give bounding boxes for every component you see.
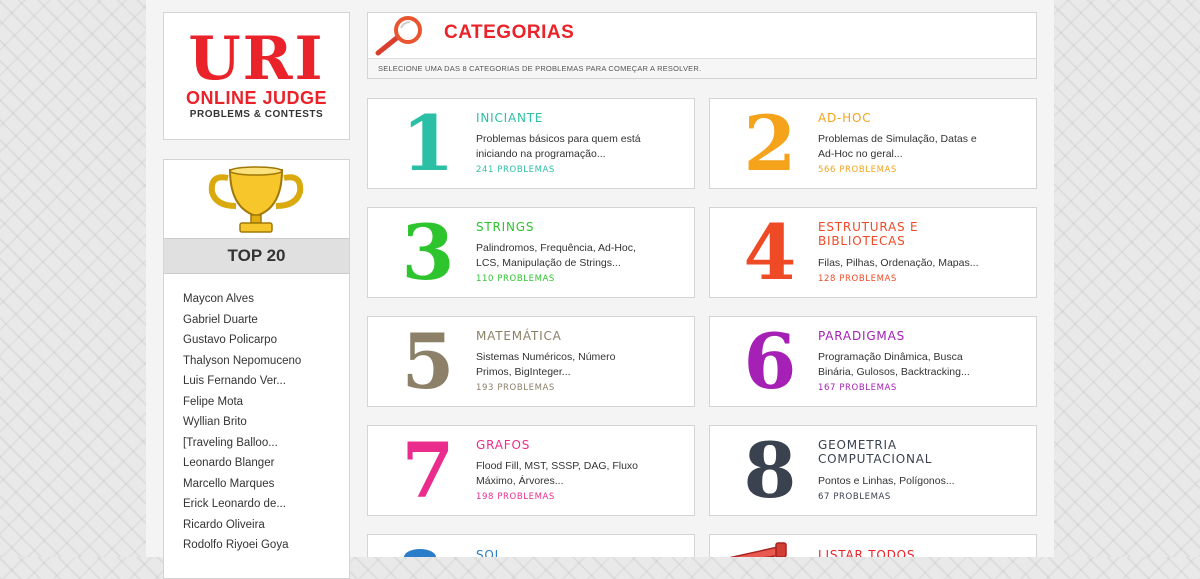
category-title: MATEMÁTICA — [476, 329, 562, 343]
top20-user[interactable]: Ricardo Oliveira — [183, 515, 301, 536]
category-desc: Pontos e Linhas, Polígonos... — [818, 475, 955, 487]
category-card-sql[interactable]: SQL — [367, 534, 695, 557]
category-count: 167 PROBLEMAS — [818, 383, 897, 393]
category-title: ESTRUTURAS E BIBLIOTECAS — [818, 220, 919, 248]
category-number: 8 — [743, 426, 797, 515]
category-title: AD-HOC — [818, 111, 872, 125]
uri-logo[interactable]: URI ONLINE JUDGE PROBLEMS & CONTESTS — [163, 12, 350, 140]
category-count: 241 PROBLEMAS — [476, 165, 555, 175]
category-card-iniciante[interactable]: 1 INICIANTE Problemas básicos para quem … — [367, 98, 695, 189]
top20-user[interactable]: Erick Leonardo de... — [183, 494, 301, 515]
top20-user[interactable]: Wyllian Brito — [183, 412, 301, 433]
top20-user[interactable]: Gustavo Policarpo — [183, 330, 301, 351]
category-title: STRINGS — [476, 220, 535, 234]
category-count: 566 PROBLEMAS — [818, 165, 897, 175]
category-desc: Palindromos, Frequência, Ad-Hoc, LCS, Man… — [476, 242, 636, 269]
category-title: GRAFOS — [476, 438, 531, 452]
category-number: 2 — [743, 99, 797, 188]
magnifier-icon — [375, 16, 422, 56]
category-count: 110 PROBLEMAS — [476, 274, 555, 284]
top20-title: TOP 20 — [164, 238, 349, 274]
category-card-estruturas[interactable]: 4 ESTRUTURAS E BIBLIOTECAS Filas, Pilhas,… — [709, 207, 1037, 298]
top20-user[interactable]: [Traveling Balloo... — [183, 433, 301, 454]
top20-user[interactable]: Gabriel Duarte — [183, 310, 301, 331]
top20-user[interactable]: Felipe Mota — [183, 392, 301, 413]
category-number: 7 — [401, 426, 455, 515]
category-card-strings[interactable]: 3 STRINGS Palindromos, Frequência, Ad-Ho… — [367, 207, 695, 298]
category-number: 4 — [743, 208, 797, 297]
category-desc: Flood Fill, MST, SSSP, DAG, Fluxo Máximo,… — [476, 460, 639, 487]
category-title: LISTAR TODOS — [818, 548, 916, 557]
category-desc: Programação Dinâmica, Busca Binária, Gulo… — [818, 351, 970, 378]
category-card-listar-todos[interactable]: LISTAR TODOS — [709, 534, 1037, 557]
top20-list: Maycon Alves Gabriel Duarte Gustavo Poli… — [183, 289, 301, 556]
telescope-icon — [729, 542, 787, 557]
category-card-ad-hoc[interactable]: 2 AD-HOC Problemas de Simulação, Datas e… — [709, 98, 1037, 189]
page-title: CATEGORIAS — [444, 22, 575, 43]
top20-user[interactable]: Luis Fernando Ver... — [183, 371, 301, 392]
page-subtitle: SELECIONE UMA DAS 8 CATEGORIAS DE PROBLE… — [368, 58, 1036, 78]
top20-user[interactable]: Maycon Alves — [183, 289, 301, 310]
category-count: 198 PROBLEMAS — [476, 492, 555, 502]
category-number: 6 — [743, 317, 797, 406]
category-count: 128 PROBLEMAS — [818, 274, 897, 284]
category-card-grafos[interactable]: 7 GRAFOS Flood Fill, MST, SSSP, DAG, Flu… — [367, 425, 695, 516]
top20-panel: TOP 20 Maycon Alves Gabriel Duarte Gusta… — [163, 159, 350, 579]
page-content: URI ONLINE JUDGE PROBLEMS & CONTESTS TOP… — [146, 0, 1054, 579]
logo-line1: ONLINE JUDGE — [185, 88, 328, 108]
logo-line2: PROBLEMS & CONTESTS — [189, 109, 324, 120]
category-desc: Problemas básicos para quem está iniciand… — [476, 133, 641, 160]
category-count: 193 PROBLEMAS — [476, 383, 555, 393]
category-title: PARADIGMAS — [818, 329, 905, 343]
category-card-matematica[interactable]: 5 MATEMÁTICA Sistemas Numéricos, Número P… — [367, 316, 695, 407]
category-title: SQL — [476, 548, 503, 557]
categories-header: CATEGORIAS SELECIONE UMA DAS 8 CATEGORIA… — [367, 12, 1037, 79]
category-desc: Problemas de Simulação, Datas e Ad-Hoc no… — [818, 133, 977, 160]
category-number: 3 — [401, 208, 455, 297]
category-card-paradigmas[interactable]: 6 PARADIGMAS Programação Dinâmica, Busca… — [709, 316, 1037, 407]
category-count: 67 PROBLEMAS — [818, 492, 891, 502]
trophy-icon — [208, 166, 304, 233]
database-icon — [404, 549, 436, 557]
category-number: 1 — [401, 99, 455, 188]
logo-main-text: URI — [188, 24, 325, 94]
category-title: GEOMETRIA COMPUTACIONAL — [818, 438, 933, 466]
top20-user[interactable]: Marcello Marques — [183, 474, 301, 495]
category-number: 5 — [401, 317, 455, 406]
category-card-geometria[interactable]: 8 GEOMETRIA COMPUTACIONAL Pontos e Linhas… — [709, 425, 1037, 516]
category-desc: Filas, Pilhas, Ordenação, Mapas... — [818, 257, 979, 269]
top20-user[interactable]: Thalyson Nepomuceno — [183, 351, 301, 372]
category-desc: Sistemas Numéricos, Número Primos, BigInt… — [476, 351, 616, 378]
top20-user[interactable]: Leonardo Blanger — [183, 453, 301, 474]
category-title: INICIANTE — [476, 111, 544, 125]
top20-user[interactable]: Rodolfo Riyoei Goya — [183, 535, 301, 556]
